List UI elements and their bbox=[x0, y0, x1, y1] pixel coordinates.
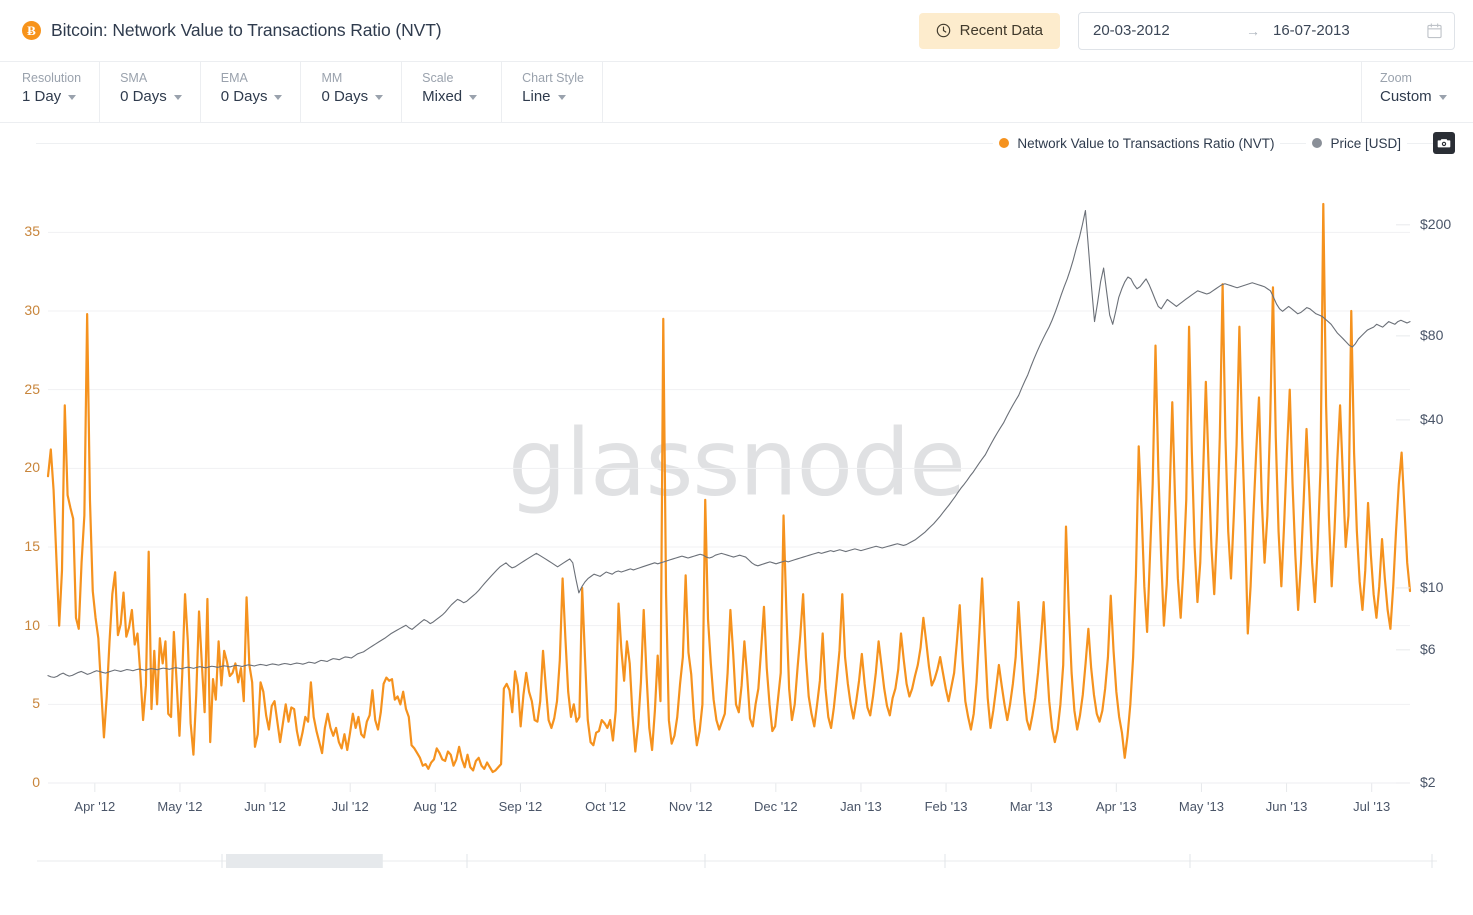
series-line-price bbox=[47, 209, 1411, 678]
x-axis-tick-label: May '13 bbox=[1178, 799, 1224, 814]
toolbar-label-zoom: Zoom bbox=[1380, 71, 1412, 85]
scale-text: Mixed bbox=[422, 88, 463, 105]
date-to-value[interactable]: 16-07-2013 bbox=[1273, 22, 1413, 39]
date-range-picker[interactable]: 20-03-2012 → 16-07-2013 bbox=[1078, 11, 1455, 50]
x-axis-tick-label: Jun '12 bbox=[244, 799, 286, 814]
x-axis-tick-label: Nov '12 bbox=[668, 799, 713, 814]
navigator-brush-handle[interactable] bbox=[226, 854, 383, 868]
toolbar-group-ema[interactable]: EMA 0 Days bbox=[201, 62, 302, 122]
left-axis-tick-label: 20 bbox=[24, 459, 40, 476]
left-axis-tick-label: 10 bbox=[24, 616, 40, 633]
recent-data-label: Recent Data bbox=[959, 22, 1043, 39]
header-controls: Recent Data 20-03-2012 → 16-07-2013 bbox=[918, 11, 1455, 50]
toolbar-group-chart-style[interactable]: Chart Style Line bbox=[502, 62, 603, 122]
left-axis-tick-label: 30 bbox=[24, 302, 40, 318]
glassnode-chart-app: Ƀ Bitcoin: Network Value to Transactions… bbox=[0, 0, 1473, 915]
chevron-down-icon bbox=[274, 95, 283, 100]
chart-canvas[interactable] bbox=[0, 163, 1473, 863]
x-axis-tick-label: May '12 bbox=[157, 799, 203, 814]
toolbar-group-zoom[interactable]: Zoom Custom bbox=[1361, 62, 1473, 122]
right-axis-tick-label: $10 bbox=[1420, 578, 1444, 595]
ema-text: 0 Days bbox=[220, 88, 268, 105]
clock-icon bbox=[936, 23, 950, 38]
x-axis-tick-label: Feb '13 bbox=[924, 799, 968, 814]
toolbar-value-mm[interactable]: 0 Days bbox=[321, 88, 384, 105]
x-axis-tick-label: Mar '13 bbox=[1009, 799, 1053, 814]
toolbar-value-scale[interactable]: Mixed bbox=[422, 88, 483, 105]
toolbar-value-sma[interactable]: 0 Days bbox=[120, 88, 182, 105]
toolbar-group-scale[interactable]: Scale Mixed bbox=[402, 62, 503, 122]
x-axis-tick-label: Oct '12 bbox=[585, 799, 626, 814]
chart-toolbar: Resolution 1 Day SMA 0 Days EMA 0 Days M… bbox=[0, 62, 1473, 123]
chevron-down-icon bbox=[1438, 95, 1447, 100]
left-axis-tick-label: 25 bbox=[24, 380, 40, 397]
right-axis-tick-label: $200 bbox=[1420, 215, 1452, 232]
right-axis-tick-label: $6 bbox=[1420, 640, 1436, 657]
x-axis-tick-label: Sep '12 bbox=[498, 799, 543, 814]
series-line-nvt bbox=[46, 202, 1412, 774]
chart-plot-area[interactable]: glassnode 0 5 10 15 20 25 30 35 $2 $6 $10 $40 $80 $2… bbox=[0, 163, 1473, 863]
left-axis-tick-label: 35 bbox=[24, 223, 40, 240]
toolbar-label-resolution: Resolution bbox=[22, 71, 82, 85]
page-header: Ƀ Bitcoin: Network Value to Transactions… bbox=[0, 0, 1473, 62]
right-axis-tick-label: $2 bbox=[1420, 774, 1436, 790]
camera-glyph-icon bbox=[1437, 139, 1451, 148]
chevron-down-icon bbox=[469, 95, 478, 100]
right-axis-tick-label: $40 bbox=[1420, 410, 1444, 427]
x-axis-tick-label: Jul '13 bbox=[1353, 799, 1391, 814]
left-axis-tick-label: 0 bbox=[32, 774, 40, 790]
toolbar-label-chart-style: Chart Style bbox=[522, 71, 584, 85]
x-axis-tick-label: Jul '12 bbox=[331, 799, 369, 814]
zoom-text: Custom bbox=[1380, 88, 1432, 105]
x-axis-tick-label: Apr '13 bbox=[1095, 799, 1137, 814]
camera-icon[interactable] bbox=[1433, 132, 1455, 154]
date-range-arrow-icon: → bbox=[1246, 22, 1260, 39]
chevron-down-icon bbox=[375, 95, 384, 100]
resolution-text: 1 Day bbox=[22, 88, 62, 105]
chart-style-text: Line bbox=[522, 88, 551, 105]
chevron-down-icon bbox=[557, 95, 566, 100]
toolbar-label-scale: Scale bbox=[422, 71, 454, 85]
toolbar-value-chart-style[interactable]: Line bbox=[522, 88, 584, 105]
mm-text: 0 Days bbox=[321, 88, 369, 105]
toolbar-label-mm: MM bbox=[321, 71, 343, 85]
page-title: Bitcoin: Network Value to Transactions R… bbox=[51, 20, 442, 40]
chevron-down-icon bbox=[68, 95, 77, 100]
x-axis-tick-label: Jan '13 bbox=[840, 799, 882, 814]
chart-navigator[interactable] bbox=[0, 848, 1473, 908]
bitcoin-icon: Ƀ bbox=[22, 21, 41, 40]
calendar-icon[interactable] bbox=[1427, 22, 1442, 39]
left-axis-tick-label: 5 bbox=[32, 695, 40, 712]
toolbar-group-mm[interactable]: MM 0 Days bbox=[301, 62, 403, 122]
toolbar-group-resolution[interactable]: Resolution 1 Day bbox=[0, 62, 101, 122]
x-axis-tick-label: Jun '13 bbox=[1265, 799, 1308, 814]
recent-data-button[interactable]: Recent Data bbox=[918, 12, 1060, 49]
sma-text: 0 Days bbox=[120, 88, 167, 105]
toolbar-value-resolution[interactable]: 1 Day bbox=[22, 88, 81, 105]
right-axis-tick-label: $80 bbox=[1420, 326, 1444, 343]
title-wrap: Ƀ Bitcoin: Network Value to Transactions… bbox=[22, 20, 442, 41]
x-axis-tick-label: Apr '12 bbox=[74, 799, 116, 814]
toolbar-group-sma[interactable]: SMA 0 Days bbox=[100, 62, 201, 122]
x-axis-tick-label: Dec '12 bbox=[753, 799, 798, 814]
left-axis-tick-label: 15 bbox=[24, 538, 40, 554]
legend-item-price[interactable]: Price [USD] bbox=[1306, 135, 1407, 151]
toolbar-label-sma: SMA bbox=[120, 71, 148, 85]
toolbar-value-ema[interactable]: 0 Days bbox=[221, 88, 283, 105]
legend-item-nvt[interactable]: Network Value to Transactions Ratio (NVT… bbox=[993, 135, 1281, 151]
chart-legend: Network Value to Transactions Ratio (NVT… bbox=[0, 123, 1473, 163]
legend-color-dot bbox=[1312, 138, 1323, 148]
chevron-down-icon bbox=[173, 95, 182, 100]
legend-label-nvt: Network Value to Transactions Ratio (NVT… bbox=[1017, 135, 1275, 151]
legend-label-price: Price [USD] bbox=[1330, 135, 1401, 151]
toolbar-value-zoom[interactable]: Custom bbox=[1380, 88, 1455, 105]
date-from-value[interactable]: 20-03-2012 bbox=[1093, 22, 1233, 39]
toolbar-label-ema: EMA bbox=[220, 71, 248, 85]
x-axis-tick-label: Aug '12 bbox=[413, 799, 458, 814]
legend-color-dot bbox=[999, 138, 1010, 148]
